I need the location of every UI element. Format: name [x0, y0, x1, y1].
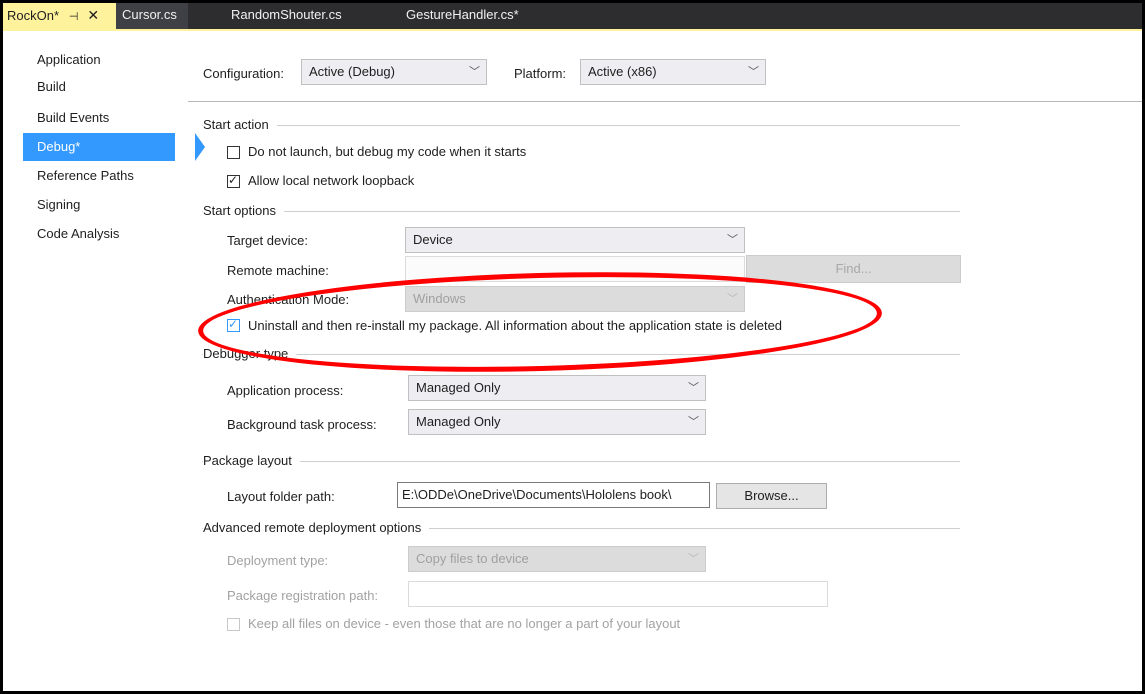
sidebar-item-label: Build	[37, 79, 66, 94]
section-start-options: Start options	[203, 203, 284, 218]
document-tab-bar: RockOn* ⊣ ✕ Cursor.cs RandomShouter.cs G…	[3, 3, 1142, 31]
sidebar-item-label: Signing	[37, 197, 81, 212]
platform-label: Platform:	[514, 66, 567, 81]
target-device-dropdown[interactable]: Device ﹀	[405, 227, 745, 253]
layout-folder-input[interactable]: E:\ODDe\OneDrive\Documents\Hololens book…	[397, 482, 710, 508]
sidebar-item-build[interactable]: Build	[23, 75, 175, 99]
configuration-dropdown[interactable]: Active (Debug) ﹀	[301, 59, 487, 85]
sidebar-item-debug[interactable]: Debug*	[23, 133, 205, 161]
uninstall-reinstall-checkbox[interactable]	[227, 317, 240, 332]
find-button[interactable]: Find...	[746, 255, 961, 283]
configuration-label: Configuration:	[203, 66, 284, 81]
project-properties-window: RockOn* ⊣ ✕ Cursor.cs RandomShouter.cs G…	[0, 0, 1145, 694]
tab-label: RandomShouter.cs	[231, 7, 342, 22]
chevron-down-icon: ﹀	[727, 293, 738, 305]
chevron-down-icon: ﹀	[469, 66, 480, 78]
chevron-down-icon: ﹀	[688, 416, 699, 428]
bg-process-value: Managed Only	[416, 414, 501, 429]
remote-machine-label: Remote machine:	[227, 263, 329, 278]
tab-rockon[interactable]: RockOn* ⊣ ✕	[3, 3, 116, 31]
bg-process-dropdown[interactable]: Managed Only ﹀	[408, 409, 706, 435]
debug-properties-page: Configuration: Active (Debug) ﹀ Platform…	[188, 31, 1142, 691]
section-advanced-remote: Advanced remote deployment options	[203, 520, 430, 535]
target-device-label: Target device:	[227, 233, 308, 248]
toolbar-separator	[188, 101, 1142, 102]
layout-folder-label: Layout folder path:	[227, 489, 335, 504]
sidebar-item-label: Debug*	[37, 139, 81, 154]
tab-label: Cursor.cs	[122, 7, 177, 22]
layout-folder-value: E:\ODDe\OneDrive\Documents\Hololens book…	[402, 487, 672, 502]
section-package-layout: Package layout	[203, 453, 300, 468]
chevron-down-icon: ﹀	[727, 234, 738, 246]
keep-files-checkbox[interactable]	[227, 618, 240, 631]
tab-cursor[interactable]: Cursor.cs	[116, 3, 188, 29]
section-start-action: Start action	[203, 117, 277, 132]
platform-value: Active (x86)	[588, 64, 657, 79]
remote-machine-input[interactable]	[405, 256, 745, 282]
registration-path-label: Package registration path:	[227, 588, 379, 603]
sidebar-item-build-events[interactable]: Build Events	[23, 104, 175, 132]
sidebar-item-application[interactable]: Application	[23, 46, 175, 74]
chevron-down-icon: ﹀	[748, 66, 759, 78]
section-separator	[202, 125, 960, 126]
auth-mode-value: Windows	[413, 291, 466, 306]
loopback-label: Allow local network loopback	[248, 173, 415, 188]
chevron-down-icon: ﹀	[688, 553, 699, 565]
section-separator	[202, 211, 960, 212]
do-not-launch-checkbox[interactable]	[227, 146, 240, 159]
tab-random-shouter[interactable]: RandomShouter.cs	[231, 3, 342, 29]
sidebar-item-label: Build Events	[37, 110, 110, 125]
section-separator	[202, 354, 960, 355]
properties-sidebar: Application Build Build Events Debug* Re…	[3, 31, 205, 691]
target-device-value: Device	[413, 232, 453, 247]
sidebar-item-label: Reference Paths	[37, 168, 134, 183]
sidebar-item-reference-paths[interactable]: Reference Paths	[23, 162, 175, 190]
sidebar-item-signing[interactable]: Signing	[23, 191, 175, 219]
tab-gesture-handler[interactable]: GestureHandler.cs*	[406, 3, 519, 29]
deployment-type-label: Deployment type:	[227, 553, 329, 568]
app-process-label: Application process:	[227, 383, 344, 398]
sidebar-item-code-analysis[interactable]: Code Analysis	[23, 220, 175, 248]
browse-button[interactable]: Browse...	[716, 483, 827, 509]
keep-files-label: Keep all files on device - even those th…	[248, 616, 681, 631]
sidebar-item-label: Application	[37, 52, 101, 67]
app-process-dropdown[interactable]: Managed Only ﹀	[408, 375, 706, 401]
registration-path-input[interactable]	[408, 581, 828, 607]
do-not-launch-label: Do not launch, but debug my code when it…	[248, 144, 527, 159]
uninstall-reinstall-label: Uninstall and then re-install my package…	[248, 318, 783, 333]
sidebar-item-label: Code Analysis	[37, 226, 120, 241]
app-process-value: Managed Only	[416, 380, 501, 395]
tab-label: RockOn*	[7, 8, 60, 23]
section-debugger-type: Debugger type	[203, 346, 297, 361]
tab-label: GestureHandler.cs*	[406, 7, 519, 22]
platform-dropdown[interactable]: Active (x86) ﹀	[580, 59, 766, 85]
section-separator	[202, 461, 960, 462]
bg-process-label: Background task process:	[227, 417, 377, 432]
deployment-type-dropdown[interactable]: Copy files to device ﹀	[408, 546, 706, 572]
close-icon[interactable]: ✕	[86, 3, 100, 27]
auth-mode-label: Authentication Mode:	[227, 292, 350, 307]
auth-mode-dropdown[interactable]: Windows ﹀	[405, 286, 745, 312]
deployment-type-value: Copy files to device	[416, 551, 529, 566]
chevron-down-icon: ﹀	[688, 382, 699, 394]
pin-icon[interactable]: ⊣	[67, 5, 81, 29]
configuration-value: Active (Debug)	[309, 64, 395, 79]
loopback-checkbox[interactable]	[227, 173, 240, 188]
